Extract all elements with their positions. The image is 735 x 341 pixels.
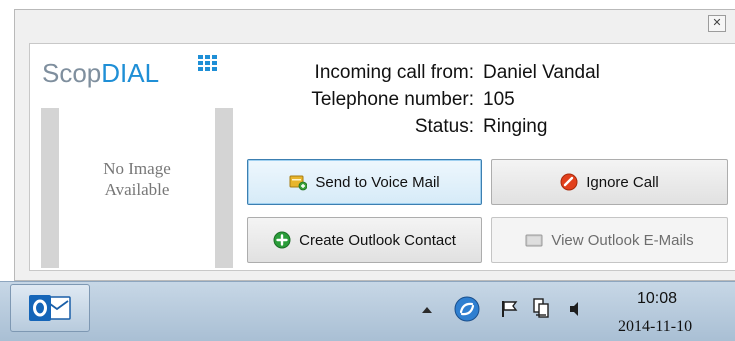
close-button[interactable]: ✕: [708, 15, 726, 32]
email-icon: [525, 234, 543, 247]
status-label: Status:: [414, 116, 474, 137]
outlook-icon: [29, 295, 71, 321]
telephone-number-label: Telephone number:: [311, 89, 474, 110]
ignore-call-label: Ignore Call: [586, 173, 659, 191]
outlook-taskbar-button[interactable]: [10, 284, 90, 332]
close-icon: ✕: [712, 17, 722, 29]
send-to-voicemail-button[interactable]: Send to Voice Mail: [247, 159, 482, 205]
create-outlook-contact-label: Create Outlook Contact: [299, 231, 456, 249]
clock-date[interactable]: 2014-11-10: [618, 318, 692, 336]
voicemail-icon: [289, 175, 308, 191]
view-outlook-emails-button[interactable]: View Outlook E-Mails: [491, 217, 728, 263]
add-contact-icon: [273, 231, 291, 249]
create-outlook-contact-button[interactable]: Create Outlook Contact: [247, 217, 482, 263]
ignore-icon: [560, 173, 578, 191]
sync-icon[interactable]: [454, 296, 480, 322]
send-to-voicemail-label: Send to Voice Mail: [315, 173, 440, 191]
network-icon[interactable]: [531, 298, 551, 320]
caller-name: Daniel Vandal: [483, 62, 600, 83]
ignore-call-button[interactable]: Ignore Call: [491, 159, 728, 205]
incoming-from-label: Incoming call from:: [314, 62, 474, 83]
status-value: Ringing: [483, 116, 548, 137]
show-hidden-icons-arrow[interactable]: [421, 305, 433, 315]
no-image-text: No Image Available: [103, 159, 171, 199]
clock-time[interactable]: 10:08: [637, 290, 677, 308]
volume-icon[interactable]: [568, 299, 584, 319]
telephone-number-value: 105: [483, 89, 515, 110]
view-outlook-emails-label: View Outlook E-Mails: [551, 231, 694, 249]
action-center-flag-icon[interactable]: [500, 299, 520, 319]
